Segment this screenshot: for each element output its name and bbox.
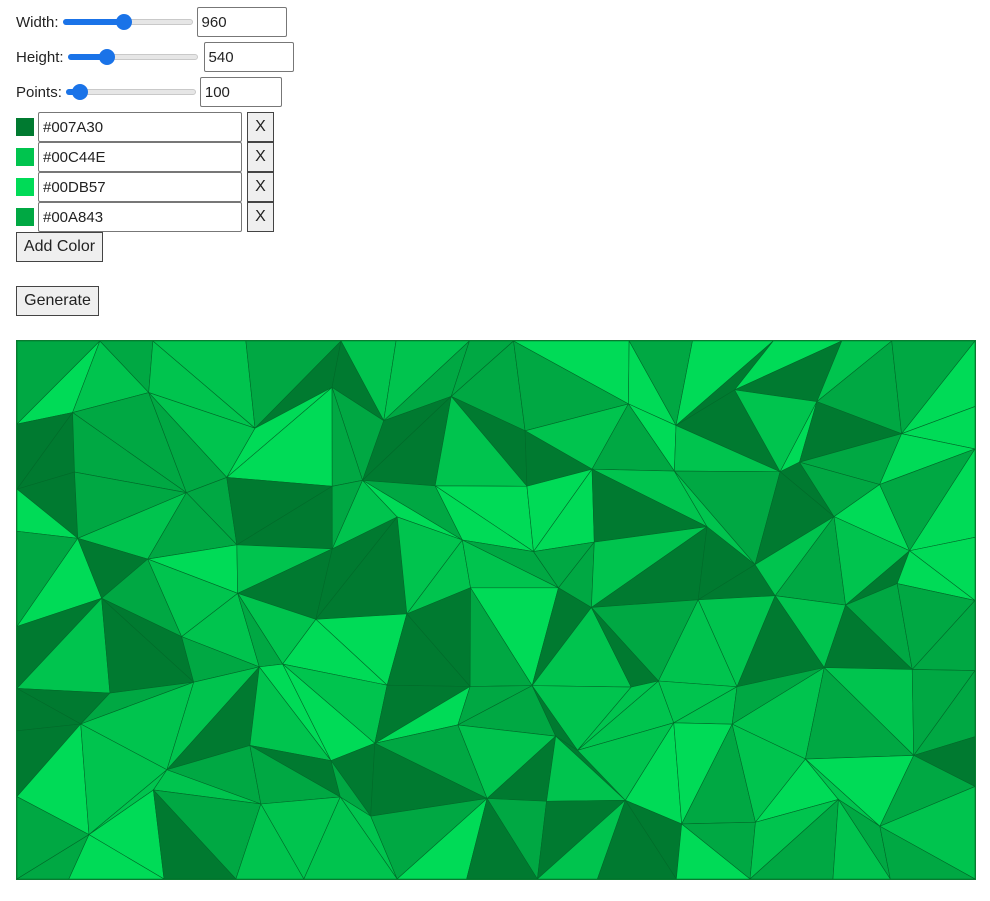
color-swatch	[16, 118, 34, 136]
color-hex-input[interactable]: #007A30	[38, 112, 242, 142]
points-slider[interactable]	[65, 82, 196, 102]
remove-color-button[interactable]: X	[247, 112, 274, 142]
remove-color-button[interactable]: X	[247, 172, 274, 202]
width-label: Width:	[16, 13, 59, 31]
height-label: Height:	[16, 48, 64, 66]
low-poly-canvas	[16, 340, 976, 880]
color-row: #00A843 X	[16, 202, 274, 232]
color-hex-input[interactable]: #00C44E	[38, 142, 242, 172]
add-color-button[interactable]: Add Color	[16, 232, 103, 262]
points-control: Points: 100	[16, 77, 282, 107]
width-control: Width: 960	[16, 7, 287, 37]
generate-button[interactable]: Generate	[16, 286, 99, 316]
color-swatch	[16, 148, 34, 166]
triangle-mesh	[17, 341, 975, 879]
height-control: Height: 540	[16, 42, 294, 72]
color-row: #00C44E X	[16, 142, 274, 172]
color-hex-input[interactable]: #00A843	[38, 202, 242, 232]
color-swatch	[16, 208, 34, 226]
color-hex-input[interactable]: #00DB57	[38, 172, 242, 202]
width-slider[interactable]	[62, 12, 193, 32]
remove-color-button[interactable]: X	[247, 142, 274, 172]
height-slider[interactable]	[67, 47, 198, 67]
color-row: #007A30 X	[16, 112, 274, 142]
height-input[interactable]: 540	[203, 42, 294, 72]
width-input[interactable]: 960	[196, 7, 287, 37]
remove-color-button[interactable]: X	[247, 202, 274, 232]
points-input[interactable]: 100	[199, 77, 282, 107]
color-row: #00DB57 X	[16, 172, 274, 202]
color-swatch	[16, 178, 34, 196]
points-label: Points:	[16, 83, 62, 101]
